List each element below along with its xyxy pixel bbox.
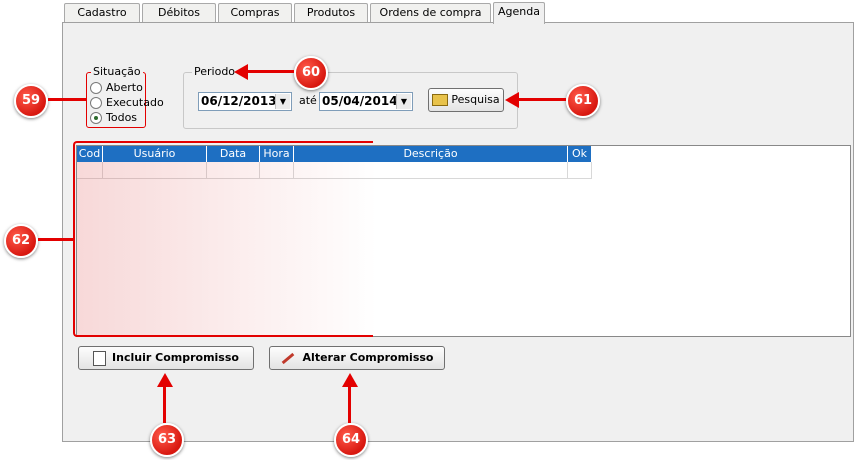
callout-64-arrow: [342, 373, 358, 387]
callout-61-arrow: [505, 92, 519, 108]
callout-59-line: [48, 98, 86, 101]
end-date-value: 05/04/2014: [322, 94, 398, 108]
radio-executado[interactable]: [90, 97, 102, 109]
callout-61: 61: [566, 84, 600, 118]
callout-59: 59: [14, 84, 48, 118]
radio-aberto-label: Aberto: [106, 81, 143, 94]
ate-label: até: [299, 94, 317, 107]
grid-red-bracket: [73, 141, 373, 337]
tab-compras[interactable]: Compras: [218, 3, 292, 23]
callout-60: 60: [294, 56, 328, 90]
callout-64-line: [348, 386, 351, 423]
document-add-icon: [93, 350, 107, 366]
tab-agenda[interactable]: Agenda: [493, 2, 545, 24]
pencil-edit-icon: [281, 352, 294, 364]
callout-63: 63: [150, 423, 184, 457]
callout-63-line: [163, 386, 166, 423]
radio-aberto[interactable]: [90, 82, 102, 94]
incluir-compromisso-button[interactable]: Incluir Compromisso: [78, 346, 254, 370]
callout-62-line: [38, 238, 74, 241]
incluir-compromisso-label: Incluir Compromisso: [112, 351, 239, 364]
callout-63-arrow: [157, 373, 173, 387]
situacao-legend: Situação: [91, 65, 143, 78]
radio-todos[interactable]: [90, 112, 102, 124]
callout-61-line: [518, 98, 566, 101]
tab-ordens-de-compra[interactable]: Ordens de compra: [370, 3, 491, 23]
callout-64: 64: [334, 423, 368, 457]
radio-todos-label: Todos: [106, 111, 138, 124]
start-date-combo[interactable]: 06/12/2013 ▼: [198, 92, 292, 111]
tab-cadastro[interactable]: Cadastro: [64, 3, 140, 23]
tab-produtos[interactable]: Produtos: [294, 3, 368, 23]
alterar-compromisso-label: Alterar Compromisso: [302, 351, 434, 364]
chevron-down-icon[interactable]: ▼: [275, 94, 290, 109]
alterar-compromisso-button[interactable]: Alterar Compromisso: [269, 346, 445, 370]
grid-cell[interactable]: [568, 162, 592, 179]
radio-executado-label: Executado: [106, 96, 164, 109]
col-header-ok[interactable]: Ok: [568, 146, 592, 162]
pesquisa-label: Pesquisa: [451, 93, 500, 106]
chevron-down-icon[interactable]: ▼: [396, 94, 411, 109]
pesquisa-button[interactable]: Pesquisa: [428, 88, 504, 112]
callout-60-line: [246, 70, 294, 73]
detail-pane: [611, 145, 851, 337]
end-date-combo[interactable]: 05/04/2014 ▼: [319, 92, 413, 111]
tab-debitos[interactable]: Débitos: [142, 3, 216, 23]
periodo-legend: Periodo: [192, 65, 238, 78]
callout-60-arrow: [234, 64, 248, 80]
folder-search-icon: [432, 94, 449, 106]
callout-62: 62: [4, 224, 38, 258]
start-date-value: 06/12/2013: [201, 94, 277, 108]
radio-selected-dot: [94, 116, 98, 120]
